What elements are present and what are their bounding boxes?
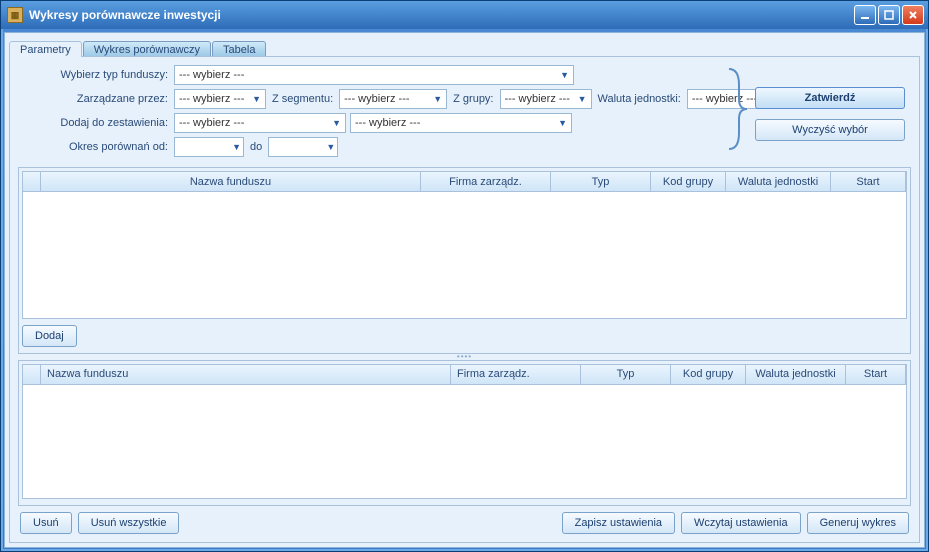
select-dodaj-1[interactable]: --- wybierz ---▼ xyxy=(174,113,346,133)
maximize-button[interactable] xyxy=(878,5,900,25)
select-zarzadzane-przez[interactable]: --- wybierz ---▼ xyxy=(174,89,266,109)
filters-area: Wybierz typ funduszy: --- wybierz ---▼ Z… xyxy=(18,65,911,161)
client-area: Parametry Wykres porównawczy Tabela Wybi… xyxy=(4,32,925,548)
wczytaj-ustawienia-button[interactable]: Wczytaj ustawienia xyxy=(681,512,801,534)
col-nazwa-funduszu[interactable]: Nazwa funduszu xyxy=(41,172,421,191)
col-kod-grupy[interactable]: Kod grupy xyxy=(651,172,726,191)
col-firma-zarzadz[interactable]: Firma zarządz. xyxy=(421,172,551,191)
usun-button[interactable]: Usuń xyxy=(20,512,72,534)
close-button[interactable] xyxy=(902,5,924,25)
label-waluta-jednostki: Waluta jednostki: xyxy=(598,93,681,105)
date-to[interactable]: ▼ xyxy=(268,137,338,157)
zapisz-ustawienia-button[interactable]: Zapisz ustawienia xyxy=(562,512,675,534)
zatwierdz-button[interactable]: Zatwierdź xyxy=(755,87,905,109)
label-zarzadzane-przez: Zarządzane przez: xyxy=(18,93,168,105)
generuj-wykres-button[interactable]: Generuj wykres xyxy=(807,512,909,534)
col-kod-grupy[interactable]: Kod grupy xyxy=(671,365,746,384)
label-z-grupy: Z grupy: xyxy=(453,93,493,105)
chevron-down-icon: ▼ xyxy=(578,94,587,104)
app-icon: ▦ xyxy=(7,7,23,23)
tab-body-parametry: Wybierz typ funduszy: --- wybierz ---▼ Z… xyxy=(9,56,920,543)
minimize-button[interactable] xyxy=(854,5,876,25)
tab-strip: Parametry Wykres porównawczy Tabela xyxy=(9,37,920,57)
tab-parametry[interactable]: Parametry xyxy=(9,41,82,57)
label-do: do xyxy=(250,141,262,153)
col-start[interactable]: Start xyxy=(831,172,906,191)
col-typ[interactable]: Typ xyxy=(551,172,651,191)
col-firma-zarzadz[interactable]: Firma zarządz. xyxy=(451,365,581,384)
lower-grid[interactable]: Nazwa funduszu Firma zarządz. Typ Kod gr… xyxy=(22,364,907,499)
tab-wykres-porownawczy[interactable]: Wykres porównawczy xyxy=(83,41,211,57)
usun-wszystkie-button[interactable]: Usuń wszystkie xyxy=(78,512,180,534)
chevron-down-icon: ▼ xyxy=(252,94,261,104)
lower-grid-header: Nazwa funduszu Firma zarządz. Typ Kod gr… xyxy=(23,365,906,385)
select-z-segmentu[interactable]: --- wybierz ---▼ xyxy=(339,89,447,109)
label-dodaj-do-zestawienia: Dodaj do zestawienia: xyxy=(18,117,168,129)
col-nazwa-funduszu[interactable]: Nazwa funduszu xyxy=(41,365,451,384)
col-waluta-jednostki[interactable]: Waluta jednostki xyxy=(746,365,846,384)
tab-tabela[interactable]: Tabela xyxy=(212,41,266,57)
select-z-grupy[interactable]: --- wybierz ---▼ xyxy=(500,89,592,109)
lower-table-panel: Nazwa funduszu Firma zarządz. Typ Kod gr… xyxy=(18,360,911,506)
wyczysc-wybor-button[interactable]: Wyczyść wybór xyxy=(755,119,905,141)
col-start[interactable]: Start xyxy=(846,365,906,384)
row-selector-header[interactable] xyxy=(23,365,41,384)
bottom-footer: Usuń Usuń wszystkie Zapisz ustawienia Wc… xyxy=(18,506,911,536)
row-selector-header[interactable] xyxy=(23,172,41,191)
chevron-down-icon: ▼ xyxy=(558,118,567,128)
titlebar: ▦ Wykresy porównawcze inwestycji xyxy=(1,1,928,29)
label-typ-funduszy: Wybierz typ funduszy: xyxy=(18,69,168,81)
chevron-down-icon: ▼ xyxy=(560,70,569,80)
col-typ[interactable]: Typ xyxy=(581,365,671,384)
select-typ-funduszy[interactable]: --- wybierz ---▼ xyxy=(174,65,574,85)
window-title: Wykresy porównawcze inwestycji xyxy=(29,8,854,22)
upper-grid[interactable]: Nazwa funduszu Firma zarządz. Typ Kod gr… xyxy=(22,171,907,319)
window-controls xyxy=(854,5,924,25)
chevron-down-icon: ▼ xyxy=(433,94,442,104)
upper-grid-header: Nazwa funduszu Firma zarządz. Typ Kod gr… xyxy=(23,172,906,192)
label-z-segmentu: Z segmentu: xyxy=(272,93,333,105)
label-okres-od: Okres porównań od: xyxy=(18,141,168,153)
dodaj-button[interactable]: Dodaj xyxy=(22,325,77,347)
side-buttons: Zatwierdź Wyczyść wybór xyxy=(755,87,905,141)
chevron-down-icon: ▼ xyxy=(332,118,341,128)
select-dodaj-2[interactable]: --- wybierz ---▼ xyxy=(350,113,572,133)
date-from[interactable]: ▼ xyxy=(174,137,244,157)
col-waluta-jednostki[interactable]: Waluta jednostki xyxy=(726,172,831,191)
chevron-down-icon: ▼ xyxy=(326,142,335,152)
upper-table-panel: Nazwa funduszu Firma zarządz. Typ Kod gr… xyxy=(18,167,911,354)
main-window: ▦ Wykresy porównawcze inwestycji Paramet… xyxy=(0,0,929,552)
chevron-down-icon: ▼ xyxy=(232,142,241,152)
bracket-decoration xyxy=(725,65,749,153)
